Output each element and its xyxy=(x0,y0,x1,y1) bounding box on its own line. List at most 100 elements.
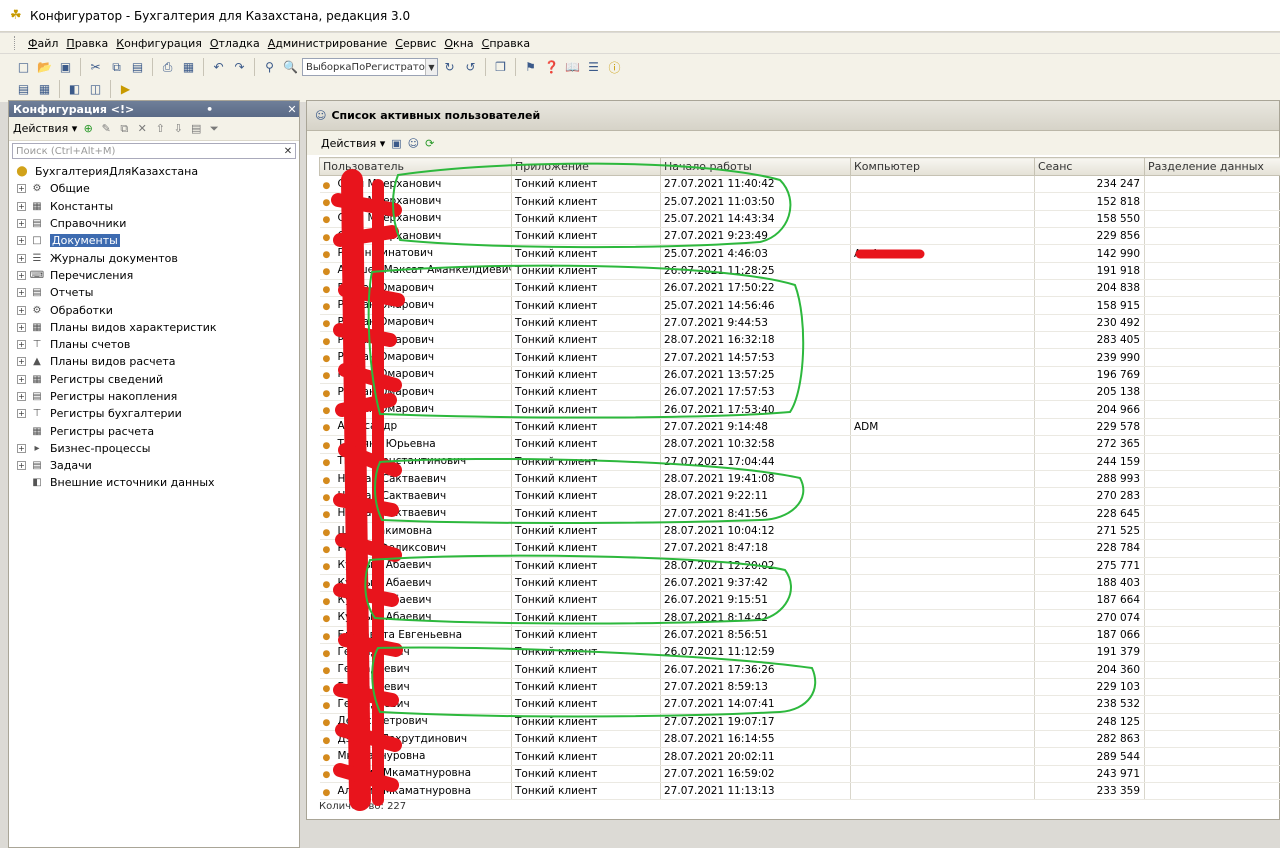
tree-item[interactable]: + ⊤ Планы счетов xyxy=(9,336,299,353)
tree-item[interactable]: + ▲ Планы видов расчета xyxy=(9,353,299,370)
tree-item[interactable]: + ⚙ Общие xyxy=(9,180,299,197)
copy-icon[interactable]: ⧉ xyxy=(107,58,126,77)
filter-icon[interactable]: ⏷ xyxy=(207,122,221,136)
redo-icon[interactable]: ↷ xyxy=(230,58,249,77)
table-row[interactable]: ● Елизавета Евгеньевна Тонкий клиент 26.07.… xyxy=(319,626,1280,645)
table-row[interactable]: ● Денис Петрович Тонкий клиент 27.07.2021 1… xyxy=(319,713,1280,732)
table-row[interactable]: ● Руслан Омарович Тонкий клиент 26.07.2021 … xyxy=(319,400,1280,419)
expand-icon[interactable]: + xyxy=(17,443,26,453)
expand-icon[interactable]: + xyxy=(17,357,26,367)
tree-item[interactable]: + ☰ Журналы документов xyxy=(9,249,299,266)
search-combo[interactable]: ВыборкаПоРегистрато ▼ xyxy=(302,58,438,76)
table-row[interactable]: ● Нурлан Сактваевич Тонкий клиент 28.07.202… xyxy=(319,470,1280,489)
properties-icon[interactable]: ▤ xyxy=(189,122,203,136)
find-in-tree-icon[interactable]: ⚲ xyxy=(260,58,279,77)
table-row[interactable]: ● Геннадьевич Тонкий клиент 27.07.2021 8:59… xyxy=(319,678,1280,697)
find-prev-icon[interactable]: ↺ xyxy=(461,58,480,77)
config-search-input[interactable]: Поиск (Ctrl+Alt+M) ✕ xyxy=(12,143,296,159)
tree-item[interactable]: + ▦ Планы видов характеристик xyxy=(9,319,299,336)
menu-item-6[interactable]: Окна xyxy=(440,37,477,50)
tree-item[interactable]: + ▤ Отчеты xyxy=(9,284,299,301)
debug-icon[interactable]: ⚑ xyxy=(521,58,540,77)
menu-item-4[interactable]: Администрирование xyxy=(264,37,392,50)
table-row[interactable]: ● Александр Тонкий клиент 27.07.2021 9:14:4… xyxy=(319,418,1280,437)
expand-icon[interactable]: + xyxy=(17,409,26,419)
expand-icon[interactable]: + xyxy=(17,374,26,384)
syntax-helper-icon[interactable]: ❓ xyxy=(542,58,561,77)
expand-icon[interactable]: + xyxy=(17,236,26,246)
tree-item[interactable]: + ▤ Задачи xyxy=(9,457,299,474)
pin-icon[interactable]: • xyxy=(203,103,217,116)
table-row[interactable]: ● Мкаматнуровна Тонкий клиент 28.07.2021 20… xyxy=(319,747,1280,766)
tree-item[interactable]: + ⌨ Перечисления xyxy=(9,267,299,284)
move-down-icon[interactable]: ⇩ xyxy=(171,122,185,136)
user-info-icon[interactable]: ☺ xyxy=(408,137,419,150)
search-icon[interactable]: 🔍 xyxy=(281,58,300,77)
add-icon[interactable]: ⊕ xyxy=(81,122,95,136)
edit-icon[interactable]: ✎ xyxy=(99,122,113,136)
table-row[interactable]: ● Роберт Феликсович Тонкий клиент 27.07.202… xyxy=(319,539,1280,558)
tree-root[interactable]: ⬤ БухгалтерияДляКазахстана xyxy=(9,163,299,180)
form-icon[interactable]: ▦ xyxy=(35,80,54,99)
menu-item-2[interactable]: Конфигурация xyxy=(112,37,206,50)
column-header[interactable]: Приложение xyxy=(511,157,661,176)
undo-icon[interactable]: ↶ xyxy=(209,58,228,77)
table-row[interactable]: ● Руслан Омарович Тонкий клиент 27.07.2021 … xyxy=(319,348,1280,367)
table-row[interactable]: ● Дэниэл Пахрутдинович Тонкий клиент 28.07.… xyxy=(319,730,1280,749)
column-header[interactable]: Сеанс xyxy=(1034,157,1145,176)
table-row[interactable]: ● Руслан Омарович Тонкий клиент 25.07.2021 … xyxy=(319,296,1280,315)
table-row[interactable]: ● Роман Ринатович Тонкий клиент 25.07.2021 … xyxy=(319,244,1280,263)
table-row[interactable]: ● Геннадьевич Тонкий клиент 26.07.2021 17:3… xyxy=(319,661,1280,679)
table-row[interactable]: ● Куаныш Абаевич Тонкий клиент 28.07.2021 1… xyxy=(319,557,1280,575)
expand-icon[interactable]: + xyxy=(17,253,26,263)
new-icon[interactable]: □ xyxy=(14,58,33,77)
table-row[interactable]: ● Шара Хакимовна Тонкий клиент 28.07.2021 1… xyxy=(319,522,1280,541)
table-row[interactable]: ● Куаныш Абаевич Тонкий клиент 26.07.2021 9… xyxy=(319,591,1280,610)
table-row[interactable]: ● Татьяна Юрьевна Тонкий клиент 28.07.2021 … xyxy=(319,435,1280,454)
menu-item-3[interactable]: Отладка xyxy=(206,37,264,50)
expand-icon[interactable]: + xyxy=(17,340,26,350)
help-book-icon[interactable]: 📖 xyxy=(563,58,582,77)
db-update-icon[interactable]: ◫ xyxy=(86,80,105,99)
expand-icon[interactable]: + xyxy=(17,322,26,332)
module-icon[interactable]: ▤ xyxy=(14,80,33,99)
tree-item[interactable]: ▦ Регистры расчета xyxy=(9,422,299,439)
expand-icon[interactable]: + xyxy=(17,201,26,211)
terminate-session-icon[interactable]: ▣ xyxy=(391,137,401,150)
table-row[interactable]: ● Руслан Омарович Тонкий клиент 26.07.2021 … xyxy=(319,383,1280,402)
expand-icon[interactable]: + xyxy=(17,461,26,471)
copy-item-icon[interactable]: ⧉ xyxy=(117,122,131,136)
table-row[interactable]: ● Руслан Омарович Тонкий клиент 28.07.2021 … xyxy=(319,331,1280,350)
tree-item[interactable]: + □ Документы xyxy=(9,232,299,249)
table-row[interactable]: ● Сати Меерханович Тонкий клиент 25.07.2021… xyxy=(319,210,1280,229)
table-row[interactable]: ● Геннадьевич Тонкий клиент 27.07.2021 14:0… xyxy=(319,695,1280,714)
table-row[interactable]: ● Сати Меерханович Тонкий клиент 25.07.2021… xyxy=(319,192,1280,211)
close-icon[interactable]: ✕ xyxy=(285,103,299,116)
expand-icon[interactable]: + xyxy=(17,288,26,298)
tree-item[interactable]: + ⚙ Обработки xyxy=(9,301,299,318)
column-header[interactable]: Начало работы xyxy=(660,157,851,176)
menu-item-7[interactable]: Справка xyxy=(478,37,534,50)
cut-icon[interactable]: ✂ xyxy=(86,58,105,77)
column-header[interactable]: Разделение данных xyxy=(1144,157,1280,176)
tree-item[interactable]: + ▦ Константы xyxy=(9,198,299,215)
print-icon[interactable]: ⎙ xyxy=(158,58,177,77)
table-row[interactable]: ● Абишев Максат Аманкелдиевич Тонкий клиен… xyxy=(319,262,1280,281)
table-row[interactable]: ● Руслан Омарович Тонкий клиент 26.07.2021 … xyxy=(319,279,1280,298)
table-row[interactable]: ● Сати Меерханович Тонкий клиент 27.07.2021… xyxy=(319,175,1280,194)
column-header[interactable]: Пользователь xyxy=(319,157,512,176)
table-row[interactable]: ● Тимур Константинович Тонкий клиент 27.07.… xyxy=(319,453,1280,471)
table-row[interactable]: ● Нурлан Сактваевич Тонкий клиент 28.07.202… xyxy=(319,487,1280,506)
clear-search-icon[interactable]: ✕ xyxy=(281,146,295,157)
delete-icon[interactable]: ✕ xyxy=(135,122,149,136)
help-index-icon[interactable]: ☰ xyxy=(584,58,603,77)
expand-icon[interactable]: + xyxy=(17,184,26,194)
menu-item-5[interactable]: Сервис xyxy=(391,37,440,50)
paste-icon[interactable]: ▤ xyxy=(128,58,147,77)
menu-item-1[interactable]: Правка xyxy=(62,37,112,50)
windows-icon[interactable]: ❐ xyxy=(491,58,510,77)
db-config-icon[interactable]: ◧ xyxy=(65,80,84,99)
table-row[interactable]: ● Куаныш Абаевич Тонкий клиент 26.07.2021 9… xyxy=(319,574,1280,593)
tree-item[interactable]: + ▸ Бизнес-процессы xyxy=(9,440,299,457)
save-icon[interactable]: ▣ xyxy=(56,58,75,77)
